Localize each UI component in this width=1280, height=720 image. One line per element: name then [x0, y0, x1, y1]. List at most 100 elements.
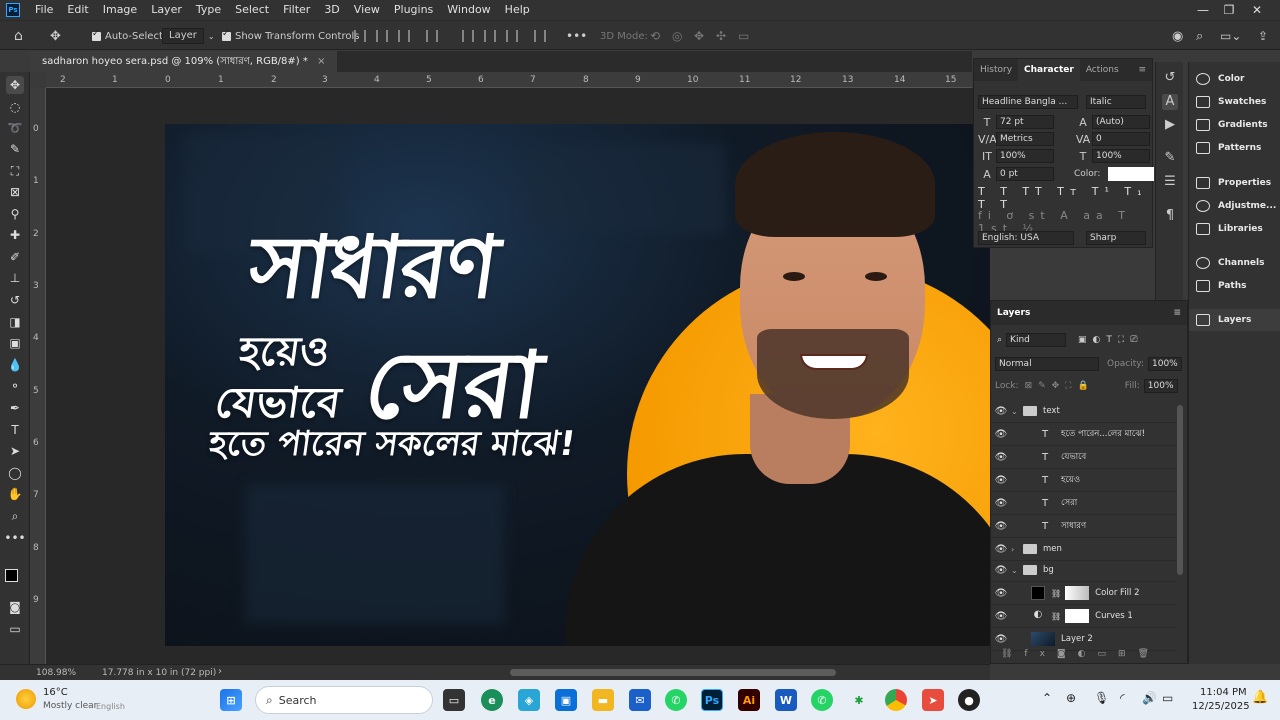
eye-icon[interactable]: 👁: [991, 429, 1011, 440]
hand-tool-icon[interactable]: ✋: [6, 485, 24, 503]
path-select-icon[interactable]: ➤: [6, 442, 24, 460]
layers-title[interactable]: Layers: [997, 308, 1030, 318]
filter-type-icons[interactable]: ▣◐T⛶⎚: [1078, 335, 1143, 345]
battery-icon[interactable]: ▭: [1162, 691, 1173, 705]
layer-row[interactable]: 👁 Layer 2: [991, 628, 1177, 651]
show-transform-checkbox[interactable]: Show Transform Controls: [222, 27, 359, 45]
auto-select-checkbox[interactable]: Auto-Select:: [92, 27, 166, 45]
character-icon[interactable]: A: [1162, 94, 1178, 110]
language-dropdown[interactable]: English: USA: [978, 231, 1074, 245]
align-center-icon[interactable]: [376, 30, 388, 42]
search-icon[interactable]: ⌕: [1196, 27, 1203, 45]
whatsapp-business-icon[interactable]: ✆: [811, 689, 833, 711]
leading-field[interactable]: (Auto): [1092, 115, 1150, 129]
zoom-tool-icon[interactable]: ⌕: [6, 507, 24, 525]
object-select-icon[interactable]: ✎: [6, 140, 24, 158]
close-window-button[interactable]: ✕: [1244, 0, 1270, 20]
telegram-icon[interactable]: ➤: [922, 689, 944, 711]
horizontal-scrollbar[interactable]: [510, 669, 836, 676]
taskbar-search[interactable]: ⌕ Search: [255, 686, 433, 714]
more-tools-icon[interactable]: •••: [4, 529, 25, 547]
layers-scrollbar[interactable]: [1177, 405, 1183, 575]
eye-icon[interactable]: 👁: [991, 521, 1011, 532]
restore-button[interactable]: ❐: [1216, 0, 1242, 20]
menu-window[interactable]: Window: [440, 0, 497, 20]
fill-field[interactable]: 100%: [1143, 379, 1178, 393]
pen-tool-icon[interactable]: ✒: [6, 399, 24, 417]
quick-mask-icon[interactable]: ◙: [6, 598, 24, 616]
horizontal-ruler[interactable]: 2 1 0 1 2 3 4 5 6 7 8 9 10 11 12 13 14 1…: [46, 72, 972, 88]
history-icon[interactable]: ↺: [1162, 70, 1178, 86]
tab-character[interactable]: Character: [1018, 59, 1080, 81]
zoom-level[interactable]: 108.98%: [36, 668, 76, 678]
whatsapp-icon[interactable]: ✆: [665, 689, 687, 711]
layer-row[interactable]: 👁 ◐ ⛓ Curves 1: [991, 605, 1177, 628]
dodge-tool-icon[interactable]: ⚬: [6, 377, 24, 395]
copilot-icon[interactable]: ◈: [518, 689, 540, 711]
layer-row[interactable]: 👁 ⛓ Color Fill 2: [991, 582, 1177, 605]
menu-filter[interactable]: Filter: [276, 0, 317, 20]
vertical-scale-field[interactable]: 100%: [996, 149, 1054, 163]
healing-brush-icon[interactable]: ✚: [6, 226, 24, 244]
file-explorer-icon[interactable]: ▬: [592, 689, 614, 711]
eye-icon[interactable]: 👁: [991, 588, 1011, 599]
align-middle-icon[interactable]: [484, 30, 496, 42]
layer-row[interactable]: 👁 ⌄ bg: [991, 559, 1177, 582]
document-canvas[interactable]: সাধারণ হয়েও সেরা যেভাবে হতে পারেন সকলের…: [165, 124, 990, 646]
crop-tool-icon[interactable]: ⛶: [6, 162, 24, 180]
baseline-shift-field[interactable]: 0 pt: [996, 167, 1054, 181]
menu-help[interactable]: Help: [498, 0, 537, 20]
notification-bell-icon[interactable]: 🔔: [1252, 690, 1268, 705]
menu-3d[interactable]: 3D: [317, 0, 346, 20]
share-icon[interactable]: ⇪: [1258, 27, 1268, 45]
kerning-field[interactable]: Metrics: [996, 132, 1054, 146]
foreground-color-swatch[interactable]: [5, 569, 18, 582]
headline-line-5[interactable]: হতে পারেন সকলের মাঝে!: [205, 418, 579, 475]
history-brush-icon[interactable]: ↺: [6, 291, 24, 309]
panel-channels[interactable]: Channels: [1189, 252, 1280, 274]
status-menu-chevron-icon[interactable]: ›: [218, 666, 222, 677]
actions-play-icon[interactable]: ▶: [1162, 117, 1178, 133]
screen-mode-icon[interactable]: ▭: [6, 620, 24, 638]
text-color-swatch[interactable]: [1108, 167, 1155, 181]
panel-adjustments[interactable]: Adjustme...: [1189, 195, 1280, 217]
align-left-icon[interactable]: [354, 30, 366, 42]
font-style-dropdown[interactable]: Italic: [1086, 95, 1146, 109]
filter-kind-dropdown[interactable]: Kind: [1006, 333, 1067, 347]
layer-row[interactable]: 👁 T সেরা: [991, 492, 1177, 515]
panel-menu-icon[interactable]: ≡: [1173, 308, 1181, 318]
clock-time[interactable]: 11:04 PM: [1200, 687, 1247, 698]
panel-libraries[interactable]: Libraries: [1189, 218, 1280, 240]
marquee-tool-icon[interactable]: ◌: [6, 98, 24, 116]
3d-camera-icon[interactable]: ▭: [738, 27, 749, 45]
panel-layers[interactable]: Layers: [1189, 309, 1280, 331]
chevron-down-icon[interactable]: ⌄: [1011, 566, 1023, 575]
document-tab[interactable]: sadharon hoyeo sera.psd @ 109% (সাধারণ, …: [30, 51, 338, 72]
panel-menu-icon[interactable]: ≡: [1138, 65, 1146, 75]
chevron-right-icon[interactable]: ›: [1011, 545, 1023, 554]
app-icon[interactable]: ✱: [848, 689, 870, 711]
layer-row[interactable]: 👁 T হতে পারেন...লের মাঝে!: [991, 423, 1177, 446]
menu-view[interactable]: View: [347, 0, 387, 20]
gradient-tool-icon[interactable]: ▣: [6, 334, 24, 352]
move-tool-icon[interactable]: ✥: [6, 76, 24, 94]
lock-icons[interactable]: ⊠✎✥⛶🔒: [1025, 381, 1095, 391]
layers-footer-buttons[interactable]: ⛓fx◙◐▭⊞🗑: [1001, 649, 1161, 659]
task-view-icon[interactable]: ▭: [443, 689, 465, 711]
panel-paths[interactable]: Paths: [1189, 275, 1280, 297]
align-top-icon[interactable]: [462, 30, 474, 42]
chevron-down-icon[interactable]: ⌄: [1011, 407, 1023, 416]
weather-temp[interactable]: 16°C: [43, 687, 68, 698]
3d-roll-icon[interactable]: ◎: [672, 27, 682, 45]
eyedropper-icon[interactable]: ⚲: [6, 205, 24, 223]
app-red-dot-icon[interactable]: ●: [958, 689, 980, 711]
outlook-icon[interactable]: ✉: [629, 689, 651, 711]
eye-icon[interactable]: 👁: [991, 452, 1011, 463]
windows-start-icon[interactable]: ⊞: [220, 689, 242, 711]
eye-icon[interactable]: 👁: [991, 544, 1011, 555]
align-right-icon[interactable]: [398, 30, 410, 42]
type-tool-icon[interactable]: T: [6, 421, 24, 439]
faux-style-buttons[interactable]: T T TT Tт T¹ T₁ T T: [978, 185, 1152, 211]
antialias-dropdown[interactable]: Sharp: [1086, 231, 1146, 245]
panel-color[interactable]: Color: [1189, 68, 1280, 90]
